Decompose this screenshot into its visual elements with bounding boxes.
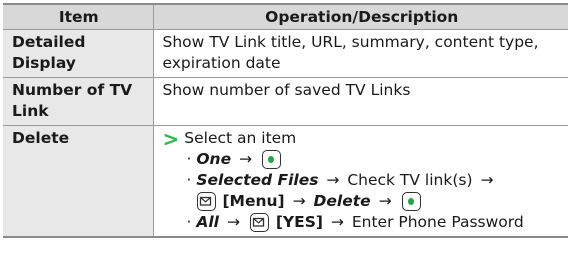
right-arrow: → (330, 213, 344, 231)
table-row: Detailed Display Show TV Link title, URL… (3, 29, 568, 78)
option-one-line: · One → (163, 149, 562, 170)
green-arrow-icon: > (162, 126, 180, 151)
operations-table: Item Operation/Description Detailed Disp… (3, 3, 568, 238)
option-selected-files-text: Check TV link(s) (347, 171, 473, 189)
row-item-label: Number of TV Link (3, 77, 153, 126)
bullet: · (186, 150, 192, 168)
yes-softkey-label: [YES] (275, 213, 323, 231)
bullet: · (186, 171, 192, 189)
right-arrow: → (378, 192, 392, 210)
row-description: Show TV Link title, URL, summary, conten… (152, 29, 568, 78)
right-arrow: → (480, 171, 494, 189)
right-arrow: → (239, 150, 253, 168)
table-header-row: Item Operation/Description (3, 3, 568, 30)
row-item-label: Delete (3, 125, 153, 238)
table-row: Delete > Select an item · One → · Select… (3, 125, 568, 238)
header-operation-description: Operation/Description (152, 3, 568, 30)
delete-action-label: Delete (313, 192, 371, 210)
option-selected-files-name: Selected Files (196, 171, 319, 189)
option-all-name: All (196, 213, 219, 231)
table-row: Number of TV Link Show number of saved T… (3, 77, 568, 126)
mail-key-icon (249, 213, 269, 232)
option-one-name: One (196, 150, 232, 168)
option-all-text: Enter Phone Password (351, 213, 524, 231)
option-selected-files-line: · Selected Files → Check TV link(s) → (163, 170, 562, 191)
menu-softkey-label: [Menu] (222, 192, 285, 210)
row-description: Show number of saved TV Links (152, 77, 568, 126)
step-intro-line: > Select an item (163, 128, 562, 149)
row-description: > Select an item · One → · Selected File… (152, 125, 568, 238)
center-key-icon (401, 192, 421, 211)
mail-key-icon (196, 192, 216, 211)
right-arrow: → (292, 192, 306, 210)
row-item-label: Detailed Display (3, 29, 153, 78)
bullet: · (186, 213, 192, 231)
header-item: Item (3, 3, 153, 30)
center-key-icon (261, 150, 281, 169)
option-all-line: · All → [YES] → Enter Phone Password (163, 212, 562, 233)
option-selected-files-line-2: [Menu] → Delete → (163, 191, 562, 212)
right-arrow: → (226, 213, 240, 231)
step-intro-text: Select an item (184, 129, 297, 147)
right-arrow: → (326, 171, 340, 189)
